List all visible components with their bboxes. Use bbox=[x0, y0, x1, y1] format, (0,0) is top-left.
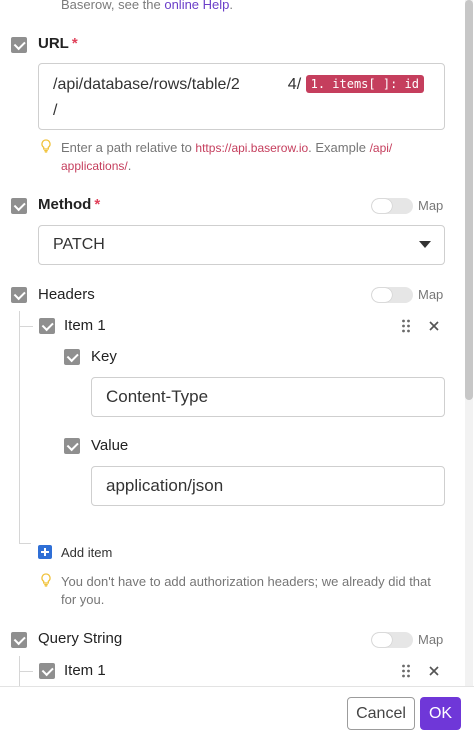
chevron-down-icon bbox=[419, 241, 431, 248]
lightbulb-icon bbox=[41, 573, 51, 587]
lightbulb-icon bbox=[41, 139, 51, 153]
drag-handle-icon[interactable] bbox=[401, 319, 411, 333]
url-value-suffix: 4/ bbox=[287, 76, 302, 93]
api-base-link[interactable]: https://api.baserow.io bbox=[195, 141, 308, 155]
method-label: Method * bbox=[38, 196, 100, 213]
url-checkbox-icon[interactable] bbox=[11, 37, 27, 53]
scrollbar-thumb[interactable] bbox=[465, 0, 473, 400]
ok-button[interactable]: OK bbox=[420, 697, 461, 730]
method-label-text: Method bbox=[38, 196, 92, 213]
header-value-input[interactable]: application/json bbox=[91, 466, 445, 506]
header-item-label: Item 1 bbox=[64, 317, 106, 334]
query-string-label: Query String bbox=[38, 630, 123, 647]
value-label: Value bbox=[91, 437, 129, 454]
drag-handle-icon[interactable] bbox=[401, 664, 411, 678]
intro-text: Baserow, see the online Help. bbox=[61, 0, 233, 12]
intro-text-start: Baserow, see the bbox=[61, 0, 165, 12]
query-tree-branch bbox=[19, 671, 33, 672]
url-label: URL * bbox=[38, 35, 78, 52]
method-selected-value: PATCH bbox=[53, 236, 105, 253]
method-select[interactable]: PATCH bbox=[38, 225, 445, 265]
form-scroll-area[interactable]: Baserow, see the online Help. URL * /api/… bbox=[0, 0, 474, 686]
url-value-prefix: /api/database/rows/table/2 bbox=[53, 76, 240, 93]
url-hint-text: Enter a path relative to bbox=[61, 140, 196, 155]
header-key-input[interactable]: Content-Type bbox=[91, 377, 445, 417]
url-hint-mid: . Example bbox=[308, 140, 370, 155]
headers-hint: You don't have to add authorization head… bbox=[61, 574, 431, 607]
url-input[interactable]: /api/database/rows/table/2 4/ 1. items[ ]… bbox=[38, 63, 445, 130]
url-required-mark: * bbox=[71, 35, 78, 52]
method-checkbox-icon[interactable] bbox=[11, 198, 27, 214]
query-item-checkbox-icon[interactable] bbox=[39, 663, 55, 679]
method-required-mark: * bbox=[94, 196, 101, 213]
headers-checkbox-icon[interactable] bbox=[11, 287, 27, 303]
headers-map-label: Map bbox=[418, 287, 444, 302]
plus-icon[interactable] bbox=[38, 545, 52, 559]
query-checkbox-icon[interactable] bbox=[11, 632, 27, 648]
method-map-label: Map bbox=[418, 198, 444, 213]
query-map-label: Map bbox=[418, 632, 444, 647]
close-icon[interactable] bbox=[428, 320, 440, 332]
headers-map-toggle[interactable] bbox=[371, 287, 413, 303]
online-help-link[interactable]: online Help bbox=[164, 0, 229, 12]
url-label-text: URL bbox=[38, 35, 69, 52]
key-checkbox-icon[interactable] bbox=[64, 349, 80, 365]
headers-tree-end bbox=[19, 543, 31, 544]
header-item-checkbox-icon[interactable] bbox=[39, 318, 55, 334]
url-value-tail: / bbox=[53, 102, 58, 119]
headers-tree-branch bbox=[19, 326, 33, 327]
cancel-button[interactable]: Cancel bbox=[347, 697, 415, 730]
url-hint: Enter a path relative to https://api.bas… bbox=[61, 139, 441, 175]
query-map-toggle[interactable] bbox=[371, 632, 413, 648]
url-hint-end: . bbox=[127, 158, 132, 173]
add-item-button[interactable]: Add item bbox=[61, 545, 112, 560]
value-checkbox-icon[interactable] bbox=[64, 438, 80, 454]
close-icon[interactable] bbox=[428, 665, 440, 677]
url-redacted bbox=[239, 74, 288, 92]
query-item-label: Item 1 bbox=[64, 662, 106, 679]
intro-text-end: . bbox=[229, 0, 234, 12]
headers-label: Headers bbox=[38, 286, 95, 303]
key-label: Key bbox=[91, 348, 117, 365]
url-token-pill[interactable]: 1. items[ ]: id bbox=[305, 75, 424, 93]
method-map-toggle[interactable] bbox=[371, 198, 413, 214]
dialog-footer: Cancel OK bbox=[0, 686, 474, 732]
headers-tree-line bbox=[19, 311, 20, 543]
